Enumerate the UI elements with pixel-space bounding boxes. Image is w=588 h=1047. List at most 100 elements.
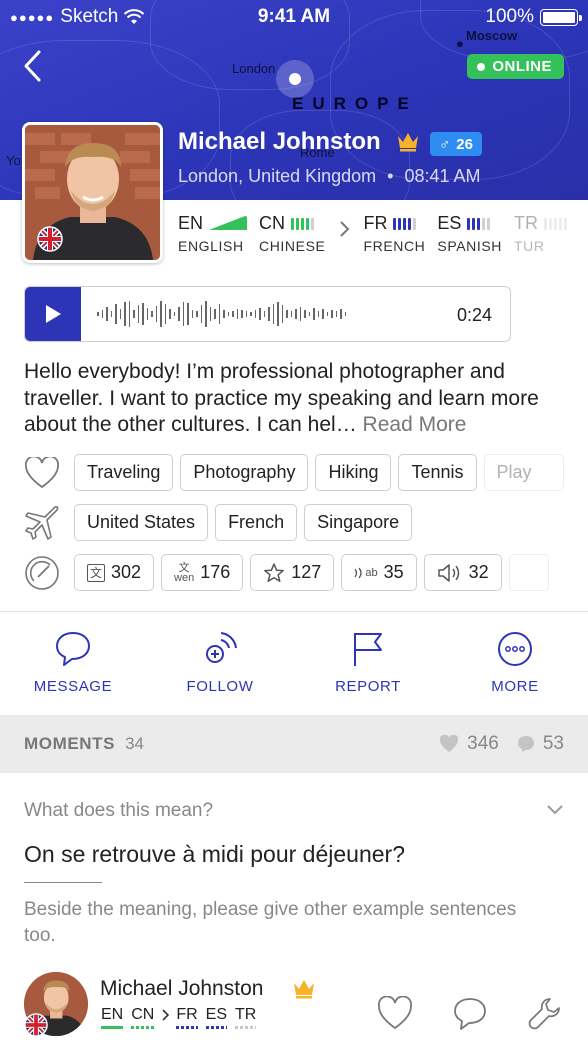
stat-chip-translations[interactable]: 文 302 <box>74 554 155 591</box>
waveform-bar <box>164 304 166 324</box>
waveform-bar <box>322 309 324 319</box>
language-item-tr: TR TUR <box>514 212 568 254</box>
chevron-down-icon[interactable] <box>546 804 564 816</box>
profile-avatar[interactable] <box>22 122 163 263</box>
moments-title: MOMENTS <box>24 734 116 753</box>
waveform-bar <box>236 309 238 319</box>
post-category: What does this mean? <box>24 800 214 821</box>
airplane-icon <box>24 505 60 541</box>
native-level-bar <box>209 216 248 230</box>
interest-chip[interactable]: Traveling <box>74 454 174 491</box>
stat-chip-pronunciation[interactable]: ab 35 <box>341 554 417 591</box>
waveform-bar <box>124 302 126 326</box>
profile-name: Michael Johnston <box>178 128 381 155</box>
wrench-icon[interactable] <box>528 996 562 1030</box>
stat-chip-favorites[interactable]: 127 <box>250 554 335 591</box>
online-label: ONLINE <box>492 58 552 75</box>
action-label: REPORT <box>335 678 401 695</box>
language-name: FRENCH <box>363 238 426 254</box>
language-list[interactable]: EN ENGLISH CN CHINESE FR FRENCH ES SPANI… <box>178 212 579 254</box>
moments-count: 34 <box>125 734 145 753</box>
level-line <box>205 1026 228 1029</box>
chevron-right-icon <box>162 1009 170 1021</box>
waveform-bar <box>241 310 243 318</box>
travel-chip[interactable]: United States <box>74 504 209 541</box>
level-bar <box>544 218 548 230</box>
battery-icon <box>540 8 582 26</box>
author-name[interactable]: Michael Johnston <box>100 977 263 1001</box>
language-code: ES <box>437 212 462 233</box>
language-name: ENGLISH <box>178 238 244 254</box>
waveform-bar <box>173 312 175 316</box>
ab-icon: ab <box>354 567 378 579</box>
interest-chip[interactable]: Tennis <box>398 454 477 491</box>
travel-chip[interactable]: Singapore <box>304 504 413 541</box>
bio-text: Hello everybody! I’m professional photog… <box>24 359 569 439</box>
waveform-bar <box>110 311 112 317</box>
stat-chip-more[interactable] <box>508 554 549 591</box>
interest-chip[interactable]: Photography <box>180 454 309 491</box>
profile-location: London, United Kingdom • 08:41 AM <box>178 166 481 187</box>
message-button[interactable]: MESSAGE <box>13 630 133 695</box>
waveform-bar <box>232 311 234 317</box>
back-button[interactable] <box>18 48 48 84</box>
waveform-bar <box>146 308 148 320</box>
waveform-bar <box>196 311 198 317</box>
comment-button[interactable] <box>452 996 488 1032</box>
level-bar <box>296 218 300 230</box>
post-question: On se retrouve à midi pour déjeuner? <box>24 841 405 867</box>
language-code: TR <box>235 1006 257 1023</box>
level-bar <box>549 218 553 230</box>
voice-intro-player: 0:24 <box>24 286 511 342</box>
read-more-link[interactable]: Read More <box>363 413 467 436</box>
language-code: CN <box>259 212 286 233</box>
post-description: Beside the meaning, please give other ex… <box>24 899 517 946</box>
chat-bubble-icon <box>56 632 90 666</box>
chevron-right-icon <box>340 221 350 237</box>
waveform-bar <box>191 310 193 318</box>
waveform-bar <box>205 301 207 327</box>
map-city-dot: ● <box>456 36 464 51</box>
waveform-bar <box>259 308 261 320</box>
follow-icon <box>206 632 237 663</box>
action-label: MORE <box>491 678 539 695</box>
stat-chip-voice[interactable]: 32 <box>423 554 502 591</box>
level-bar <box>487 218 491 230</box>
level-bar <box>403 218 407 230</box>
waveform-bar <box>335 311 337 317</box>
language-item-cn: CN CHINESE <box>259 212 325 255</box>
waveform-bar <box>344 312 346 316</box>
language-item-es: ES SPANISH <box>437 212 502 255</box>
separator-dot: • <box>387 166 394 186</box>
interest-chip[interactable]: Play <box>483 454 564 491</box>
like-button[interactable] <box>377 996 413 1030</box>
stat-chip-words[interactable]: 文 wen 176 <box>161 554 244 591</box>
heart-icon <box>24 455 60 491</box>
follow-button[interactable]: FOLLOW <box>160 630 280 695</box>
level-line <box>235 1026 257 1029</box>
comment-filled-icon <box>517 736 534 752</box>
audio-waveform[interactable] <box>97 294 346 334</box>
speed-gauge-icon <box>24 555 60 591</box>
more-button[interactable]: MORE <box>455 630 575 695</box>
waveform-bar <box>286 310 288 318</box>
waveform-bar <box>97 312 99 316</box>
waveform-bar <box>214 309 216 319</box>
map-label-edge: Yo <box>6 153 21 168</box>
interests-row: Traveling Photography Hiking Tennis Play <box>24 454 571 491</box>
language-code: TR <box>514 212 539 233</box>
play-button[interactable] <box>25 287 81 341</box>
waveform-bar <box>187 303 189 325</box>
local-time: 08:41 AM <box>404 166 481 186</box>
waveform-bar <box>200 305 202 323</box>
travel-chip[interactable]: French <box>215 504 298 541</box>
language-code: FR <box>176 1006 198 1023</box>
profile-actions: MESSAGE FOLLOW REPORT MORE <box>0 630 588 714</box>
waveform-bar <box>326 312 328 316</box>
level-bar <box>408 218 412 230</box>
interest-chip[interactable]: Hiking <box>315 454 392 491</box>
waveform-bar <box>133 310 135 318</box>
report-button[interactable]: REPORT <box>308 630 428 695</box>
stat-value: 35 <box>383 562 404 582</box>
language-code: FR <box>363 212 388 233</box>
